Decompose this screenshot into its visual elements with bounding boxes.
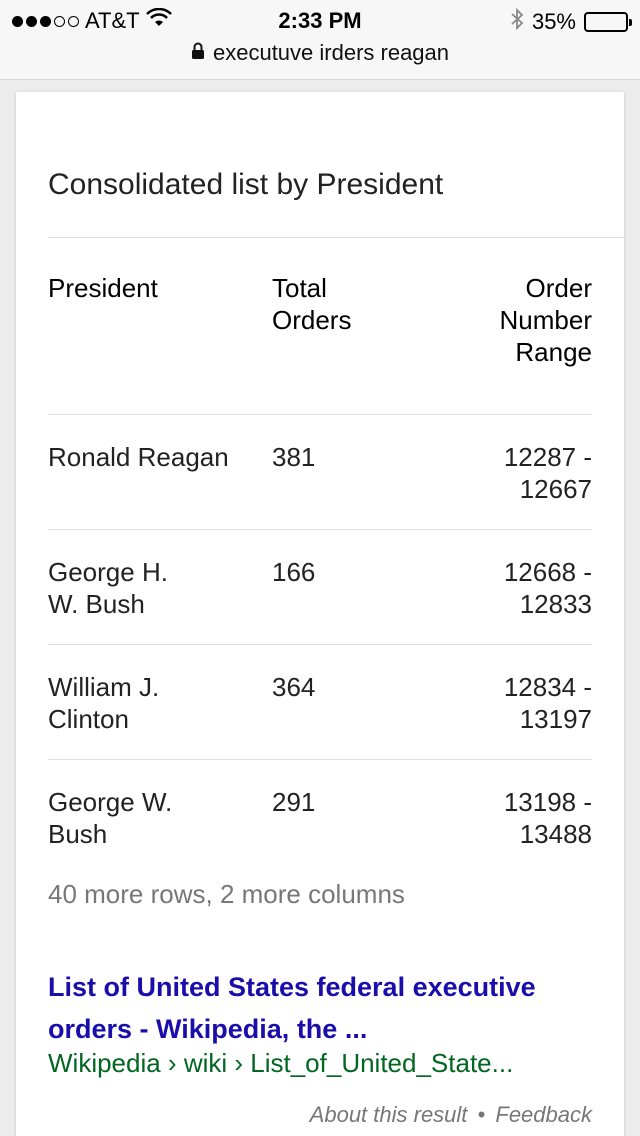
card-title: Consolidated list by President	[48, 168, 444, 201]
feedback-link[interactable]: Feedback	[495, 1102, 592, 1127]
cell-total: 291	[272, 759, 452, 874]
result-url[interactable]: Wikipedia › wiki › List_of_United_State.…	[48, 1048, 513, 1079]
cell-range: 13198 - 13488	[452, 759, 592, 874]
cell-president: Ronald Reagan	[48, 442, 229, 472]
table-row[interactable]: George H. W. Bush 166 12668 - 12833	[48, 529, 592, 645]
footer-separator: •	[477, 1102, 486, 1127]
battery-icon	[584, 12, 632, 32]
more-rows-link[interactable]: 40 more rows, 2 more columns	[48, 879, 405, 910]
battery-percent: 35%	[531, 9, 576, 34]
table-row[interactable]: George W. Bush 291 13198 - 13488	[48, 759, 592, 874]
cell-total: 381	[272, 442, 316, 472]
column-header-total-orders: Total Orders	[272, 238, 452, 415]
cell-president: George W. Bush	[48, 759, 272, 874]
status-bar: AT&T 2:33 PM 35% executuve irders reagan	[0, 0, 640, 80]
address-bar[interactable]: executuve irders reagan	[0, 40, 640, 66]
table-row[interactable]: Ronald Reagan 381 12287 - 12667	[48, 415, 592, 530]
about-this-result-link[interactable]: About this result	[310, 1102, 468, 1127]
cell-range: 12834 - 13197	[452, 644, 592, 760]
column-header-president: President	[48, 238, 272, 415]
column-header-order-range: Order Number Range	[452, 238, 592, 415]
cell-range: 12668 - 12833	[452, 529, 592, 645]
bluetooth-icon	[510, 7, 524, 36]
card-footer: About this result • Feedback	[310, 1102, 592, 1128]
status-right: 35%	[510, 7, 632, 36]
table-header-row: President Total Orders Order Number Rang…	[48, 238, 592, 415]
cell-president: George H. W. Bush	[48, 529, 272, 645]
cell-total: 166	[272, 529, 452, 645]
cell-range: 12287 - 12667	[503, 442, 592, 504]
answer-card: Consolidated list by President President…	[16, 92, 624, 1136]
result-title-link[interactable]: List of United States federal executive …	[48, 966, 588, 1050]
cell-total: 364	[272, 644, 452, 760]
cell-president: William J. Clinton	[48, 644, 272, 760]
lock-icon	[191, 40, 205, 66]
presidents-table: President Total Orders Order Number Rang…	[48, 238, 592, 874]
search-query-text: executuve irders reagan	[212, 40, 450, 65]
table-row[interactable]: William J. Clinton 364 12834 - 13197	[48, 644, 592, 760]
